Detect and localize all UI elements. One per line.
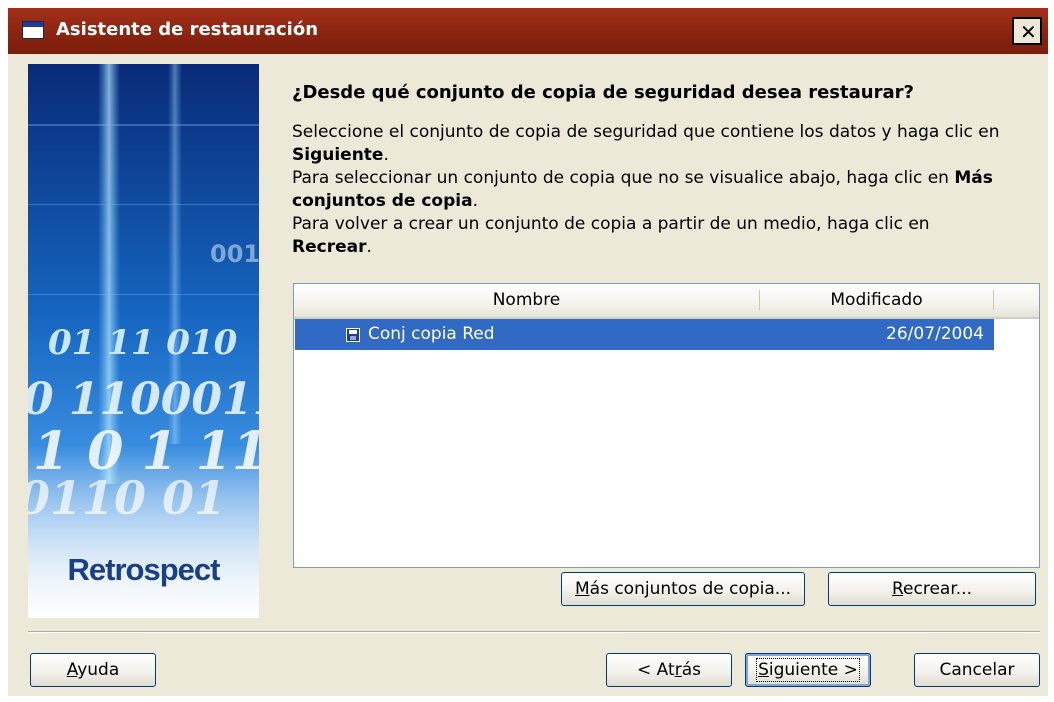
column-header-name[interactable]: Nombre	[294, 284, 759, 317]
separator	[28, 631, 1040, 633]
svg-text:0011: 0011	[210, 240, 259, 268]
column-header-modified[interactable]: Modificado	[760, 284, 993, 317]
recreate-button[interactable]: Recrear...	[828, 572, 1036, 606]
retrospect-logo: Retrospect	[67, 552, 221, 587]
column-divider[interactable]	[993, 290, 994, 310]
binary-digits-image: 0011 01 11 010 0 1100011 1 0 1 11 0110 0…	[28, 64, 259, 618]
page-heading: ¿Desde qué conjunto de copia de segurida…	[292, 82, 914, 103]
restore-wizard-window: Asistente de restauración ✕ 001 01 11 01…	[8, 8, 1048, 696]
window-title: Asistente de restauración	[56, 19, 319, 40]
help-button[interactable]: Ayuda	[30, 653, 156, 687]
backup-set-list[interactable]: Nombre Modificado Conj copia Red 26/07/2…	[293, 283, 1040, 568]
instruction-line-1: Seleccione el conjunto de copia de segur…	[292, 122, 1000, 142]
row-modified-date: 26/07/2004	[886, 324, 984, 344]
svg-text:0 1100011: 0 1100011	[28, 374, 259, 425]
instruction-line-3: Para seleccionar un conjunto de copia qu…	[292, 168, 993, 188]
instruction-line-4: conjuntos de copia.	[292, 191, 478, 211]
back-button[interactable]: < Atrás	[606, 653, 732, 687]
list-header: Nombre Modificado	[294, 284, 1039, 319]
cancel-button[interactable]: Cancelar	[914, 653, 1040, 687]
instruction-line-6: Recrear.	[292, 237, 372, 257]
close-button[interactable]: ✕	[1012, 17, 1042, 45]
more-backup-sets-button[interactable]: Más conjuntos de copia...	[561, 572, 805, 606]
window-icon	[22, 21, 44, 39]
next-button[interactable]: Siguiente >	[745, 653, 871, 687]
wizard-side-image: 0011 01 11 010 0 1100011 1 0 1 11 0110 0…	[28, 64, 259, 618]
list-row-selected[interactable]: Conj copia Red 26/07/2004	[295, 319, 994, 350]
instruction-line-5: Para volver a crear un conjunto de copia…	[292, 214, 930, 234]
instruction-line-2: Siguiente.	[292, 145, 389, 165]
disk-icon	[346, 328, 360, 342]
row-name: Conj copia Red	[368, 324, 495, 344]
svg-text:01 11 010: 01 11 010	[48, 323, 238, 363]
title-bar[interactable]: Asistente de restauración ✕	[8, 8, 1048, 54]
